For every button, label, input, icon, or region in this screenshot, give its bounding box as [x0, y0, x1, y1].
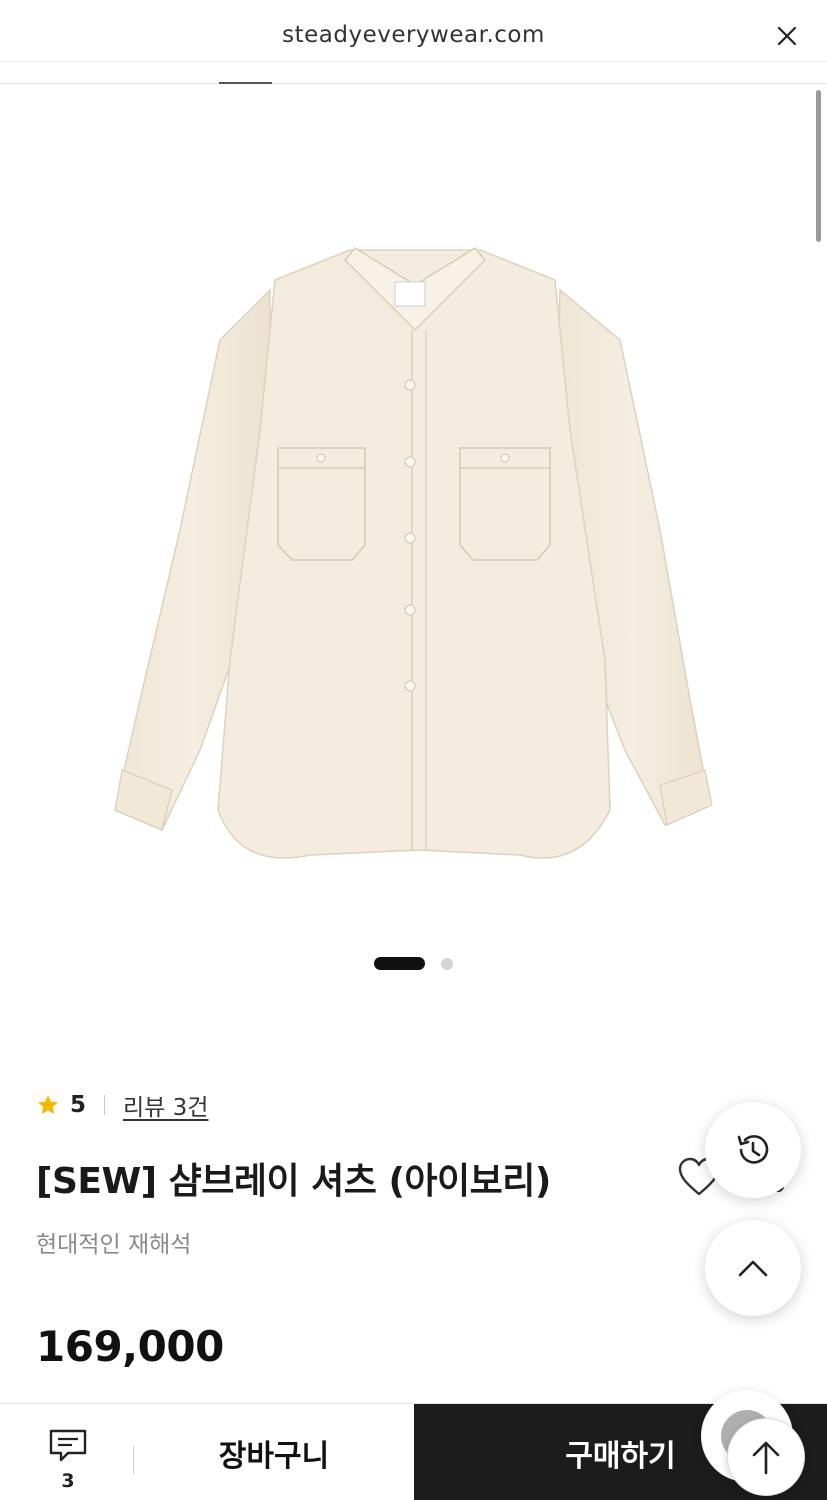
carousel-indicator: [0, 957, 827, 971]
history-icon: [737, 1135, 769, 1164]
scrollbar[interactable]: [816, 90, 821, 242]
close-icon[interactable]: [775, 24, 799, 48]
rating-divider: [104, 1095, 106, 1115]
floating-scroll-up-button[interactable]: [727, 1418, 805, 1496]
scroll-top-button[interactable]: [705, 1220, 801, 1316]
recent-history-button[interactable]: [705, 1102, 801, 1198]
product-price: 169,000: [36, 1322, 224, 1371]
arrow-up-icon: [752, 1441, 780, 1475]
rating-row: 5 리뷰 3건: [36, 1088, 208, 1122]
active-tab-indicator: [219, 82, 272, 84]
comment-icon: [49, 1429, 87, 1462]
comment-count: 3: [61, 1470, 75, 1492]
product-subtitle: 현대적인 재해석: [36, 1232, 192, 1258]
add-to-cart-button[interactable]: 장바구니: [134, 1404, 414, 1500]
rating-score: 5: [70, 1092, 87, 1118]
star-icon: [38, 1095, 58, 1114]
chevron-up-icon: [738, 1260, 768, 1277]
product-title: [SEW] 샴브레이 셔츠 (아이보리): [36, 1161, 551, 1202]
carousel-dot[interactable]: [441, 958, 453, 970]
carousel-dot-active[interactable]: [374, 957, 425, 970]
section-tab-bar: [0, 62, 827, 84]
review-link[interactable]: 리뷰 3건: [123, 1088, 208, 1122]
site-domain: steadyeverywear.com: [282, 22, 545, 48]
product-image[interactable]: [100, 230, 730, 910]
browser-top-bar: steadyeverywear.com: [0, 0, 827, 62]
comment-button[interactable]: 3: [36, 1424, 100, 1494]
